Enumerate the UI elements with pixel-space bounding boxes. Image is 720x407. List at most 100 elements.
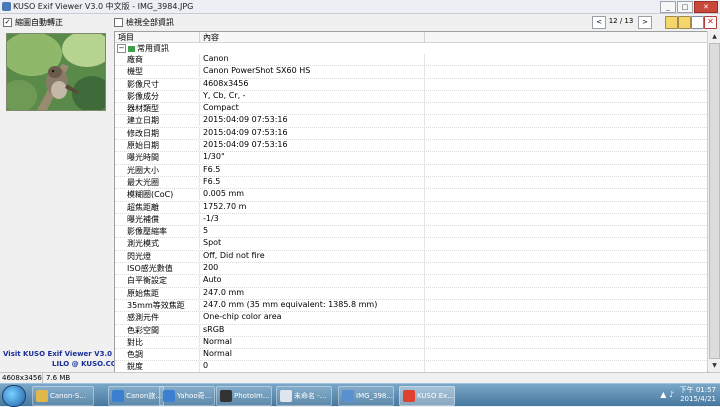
table-row[interactable]: 35mm等效焦距 247.0 mm (35 mm equivalent: 1385… <box>115 299 707 313</box>
row-value: One-chip color area <box>203 312 282 322</box>
row-item: 曝光時間 <box>127 153 159 163</box>
table-row[interactable]: ISO感光數值 200 <box>115 263 707 276</box>
table-row[interactable]: 器材類型 Compact <box>115 103 707 116</box>
checkbox-box[interactable] <box>114 18 123 27</box>
start-button[interactable] <box>2 385 26 407</box>
app-icon <box>163 390 175 402</box>
prev-image-button[interactable]: < <box>592 16 606 29</box>
table-row[interactable]: 感測元件 One-chip color area <box>115 312 707 325</box>
table-row[interactable]: 曝光時間 1/30" <box>115 152 707 165</box>
table-row[interactable]: 修改日期 2015:04:09 07:53:16 <box>115 127 707 141</box>
table-row[interactable]: 模糊圈(CoC) 0.005 mm <box>115 189 707 202</box>
taskbar-button[interactable]: IMG_398... <box>338 386 394 406</box>
column-divider[interactable] <box>199 32 200 42</box>
row-value: Canon PowerShot SX60 HS <box>203 66 311 76</box>
show-all-checkbox[interactable]: 檢視全部資訊 <box>114 17 174 28</box>
cell-divider <box>199 238 200 250</box>
minimize-button[interactable]: _ <box>660 1 676 13</box>
table-row[interactable]: 影像成分 Y, Cb, Cr, - <box>115 90 707 104</box>
row-value: sRGB <box>203 324 225 334</box>
cell-divider <box>199 103 200 115</box>
table-row[interactable]: 閃光燈 Off, Did not fire <box>115 250 707 264</box>
table-row[interactable]: 原始日期 2015:04:09 07:53:16 <box>115 140 707 153</box>
scroll-up-icon[interactable]: ▲ <box>709 31 720 42</box>
column-divider[interactable] <box>424 32 425 42</box>
exif-table: 項目 內容 − 常用資訊 廠商 Canon 機型 Canon PowerShot SX… <box>114 31 708 373</box>
table-row[interactable]: 曝光補償 -1/3 <box>115 213 707 227</box>
scroll-down-icon[interactable]: ▼ <box>709 360 720 371</box>
cell-divider <box>199 213 200 225</box>
taskbar-button[interactable]: 未命名 -... <box>276 386 332 406</box>
clock[interactable]: 下午 01:57 2015/4/21 <box>680 386 716 404</box>
row-value: 5 <box>203 226 209 236</box>
column-header-item[interactable]: 項目 <box>118 32 134 43</box>
folder-icon[interactable] <box>678 16 691 29</box>
taskbar-button[interactable]: KUSO Ex... <box>399 386 455 406</box>
table-row[interactable]: 建立日期 2015:04:09 07:53:16 <box>115 115 707 128</box>
table-row[interactable]: 最大光圈 F6.5 <box>115 176 707 190</box>
row-item: ISO感光數值 <box>127 264 173 274</box>
table-row[interactable]: 機型 Canon PowerShot SX60 HS <box>115 66 707 79</box>
column-header-content[interactable]: 內容 <box>203 32 219 43</box>
taskbar-button[interactable]: Canon-S... <box>32 386 94 406</box>
collapse-icon[interactable]: − <box>117 44 126 53</box>
row-item: 曝光補償 <box>127 214 159 224</box>
visit-site-link[interactable]: Visit KUSO Exif Viewer V3.0 Site <box>3 350 130 358</box>
row-value: Off, Did not fire <box>203 250 265 260</box>
taskbar-button[interactable]: Canon旅... <box>108 386 164 406</box>
cell-divider <box>424 176 425 188</box>
open-folder-icon[interactable] <box>665 16 678 29</box>
taskbar-label: KUSO Ex... <box>417 392 454 400</box>
table-row[interactable]: 影像尺寸 4608x3456 <box>115 78 707 91</box>
vertical-scrollbar[interactable]: ▲ ▼ <box>707 31 720 371</box>
table-row[interactable]: 原始焦距 247.0 mm <box>115 287 707 300</box>
row-item: 模糊圈(CoC) <box>127 190 174 200</box>
table-row[interactable]: 白平衡設定 Auto <box>115 275 707 288</box>
maximize-button[interactable]: □ <box>677 1 693 13</box>
table-row[interactable]: 對比 Normal <box>115 336 707 350</box>
bird-photo-thumbnail <box>7 34 105 110</box>
tray-icons[interactable]: ▲ ♪ <box>660 390 674 399</box>
taskbar-button[interactable]: PhotoIm... <box>216 386 272 406</box>
table-row[interactable]: 光圈大小 F6.5 <box>115 164 707 177</box>
table-row[interactable]: 影像壓縮率 5 <box>115 226 707 239</box>
close-button[interactable]: ✕ <box>694 1 718 13</box>
row-value: 2015:04:09 07:53:16 <box>203 127 288 137</box>
cell-divider <box>424 213 425 225</box>
table-row[interactable]: 色彩空間 sRGB <box>115 324 707 337</box>
row-item: 修改日期 <box>127 128 159 138</box>
status-bar: 4608x3456 7.6 MB <box>0 372 720 383</box>
table-row[interactable]: 測光模式 Spot <box>115 238 707 251</box>
group-row[interactable]: − 常用資訊 <box>117 43 169 54</box>
cell-divider <box>199 140 200 152</box>
app-icon <box>36 390 48 402</box>
cell-divider <box>424 299 425 311</box>
row-value: Normal <box>203 349 232 359</box>
row-item: 感測元件 <box>127 313 159 323</box>
auto-rotate-checkbox[interactable]: ✓ 縮圖自動轉正 <box>3 17 63 28</box>
title-bar: KUSO Exif Viewer V3.0 中文版 - IMG_3984.JPG… <box>0 0 720 14</box>
row-value: F6.5 <box>203 164 221 174</box>
row-value: 4608x3456 <box>203 78 249 88</box>
row-item: 原始日期 <box>127 141 159 151</box>
taskbar-label: Yahoo奇... <box>177 392 212 400</box>
table-row[interactable]: 廠商 Canon <box>115 54 707 67</box>
next-image-button[interactable]: > <box>638 16 652 29</box>
table-row[interactable]: 超焦距離 1752.70 m <box>115 201 707 214</box>
row-value: 0 <box>203 361 209 371</box>
row-value: 1/30" <box>203 152 225 162</box>
close-icon[interactable]: ✕ <box>704 16 717 29</box>
row-item: 色彩空間 <box>127 325 159 335</box>
cell-divider <box>199 349 200 361</box>
row-value: 200 <box>203 263 219 273</box>
table-row[interactable]: 色調 Normal <box>115 349 707 362</box>
checkbox-box[interactable]: ✓ <box>3 18 12 27</box>
app-icon <box>220 390 232 402</box>
author-link[interactable]: LILO @ KUSO.CC <box>52 360 116 368</box>
document-icon[interactable] <box>691 16 704 29</box>
row-value: 2015:04:09 07:53:16 <box>203 115 288 125</box>
image-dimensions: 4608x3456 <box>2 374 42 382</box>
scrollbar-thumb[interactable] <box>709 43 720 359</box>
window-title: KUSO Exif Viewer V3.0 中文版 - IMG_3984.JPG <box>13 2 194 11</box>
taskbar-button[interactable]: Yahoo奇... <box>159 386 215 406</box>
